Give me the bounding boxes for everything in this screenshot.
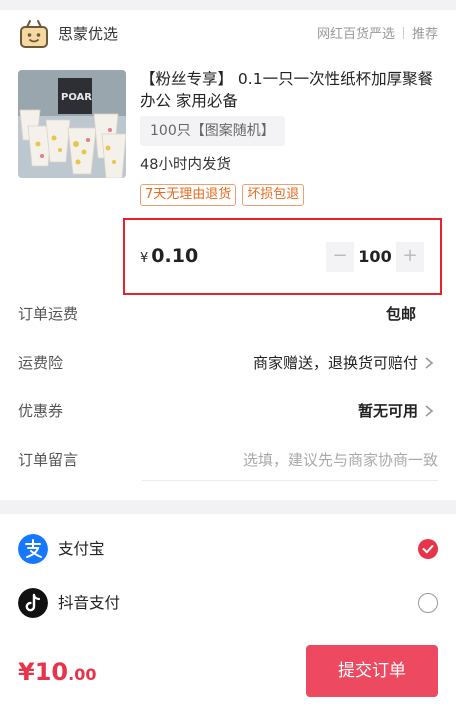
insurance-label: 运费险 [18, 354, 64, 372]
note-input[interactable]: 选填，建议先与商家协商一致 [243, 448, 438, 472]
freight-label: 订单运费 [18, 305, 79, 323]
freight-value: 包邮 [385, 305, 416, 323]
radio-unchecked-icon[interactable] [418, 593, 438, 613]
total-currency: ¥ [18, 658, 35, 686]
damage-badge: 坏损包退 [242, 184, 305, 206]
douyin-icon [18, 588, 48, 618]
service-badges: 7天无理由退货 坏损包退 [140, 184, 305, 206]
freight-row: 订单运费 包邮 [18, 302, 438, 326]
paper-cups-image: POAR [18, 70, 126, 178]
payment-label: 抖音支付 [58, 594, 121, 612]
price-value: 0.10 [151, 245, 199, 267]
qty-input[interactable]: 100 [354, 242, 396, 272]
coupon-value: 暂无可用 [357, 402, 418, 420]
store-tags: 网红百货严选 推荐 [317, 26, 438, 44]
payment-option-alipay[interactable]: 支付宝 [18, 534, 438, 564]
store-logo-icon [20, 20, 48, 48]
store-name[interactable]: 思蒙优选 [58, 24, 118, 44]
divider [402, 27, 404, 39]
chevron-right-icon [425, 405, 434, 417]
coupon-label: 优惠券 [18, 402, 64, 420]
alipay-icon [18, 534, 48, 564]
chevron-right-icon [425, 357, 434, 369]
note-label: 订单留言 [18, 451, 79, 469]
qty-minus-button[interactable]: − [326, 242, 354, 272]
store-tag: 推荐 [411, 27, 438, 42]
insurance-value: 商家赠送，退换货可赔付 [252, 354, 418, 372]
product-title[interactable]: 【粉丝专享】 0.1一只一次性纸杯加厚聚餐 办公 家用必备 [140, 68, 440, 112]
order-total: ¥10.00 [18, 656, 96, 691]
variant-selector[interactable]: 100只【图案随机】 [140, 116, 285, 146]
payment-label: 支付宝 [58, 540, 105, 558]
currency-symbol: ¥ [140, 251, 149, 266]
insurance-row[interactable]: 运费险 商家赠送，退换货可赔付 [18, 351, 438, 375]
return-badge: 7天无理由退货 [140, 184, 237, 206]
radio-checked-icon[interactable] [418, 539, 438, 559]
coupon-row[interactable]: 优惠券 暂无可用 [18, 399, 438, 423]
submit-order-button[interactable]: 提交订单 [306, 645, 438, 697]
qty-plus-button[interactable]: + [396, 242, 424, 272]
quantity-stepper: − 100 + [326, 242, 424, 272]
divider [142, 480, 438, 481]
store-tag: 网红百货严选 [316, 27, 395, 42]
unit-price: ¥0.10 [140, 236, 198, 279]
payment-option-douyin[interactable]: 抖音支付 [18, 588, 438, 618]
shipping-time: 48小时内发货 [140, 157, 231, 173]
product-image[interactable]: POAR [18, 70, 126, 178]
image-box-text: POAR [61, 92, 92, 103]
total-decimal: .00 [68, 665, 97, 684]
total-main: 10 [34, 658, 69, 686]
note-row: 订单留言 选填，建议先与商家协商一致 [18, 448, 438, 472]
